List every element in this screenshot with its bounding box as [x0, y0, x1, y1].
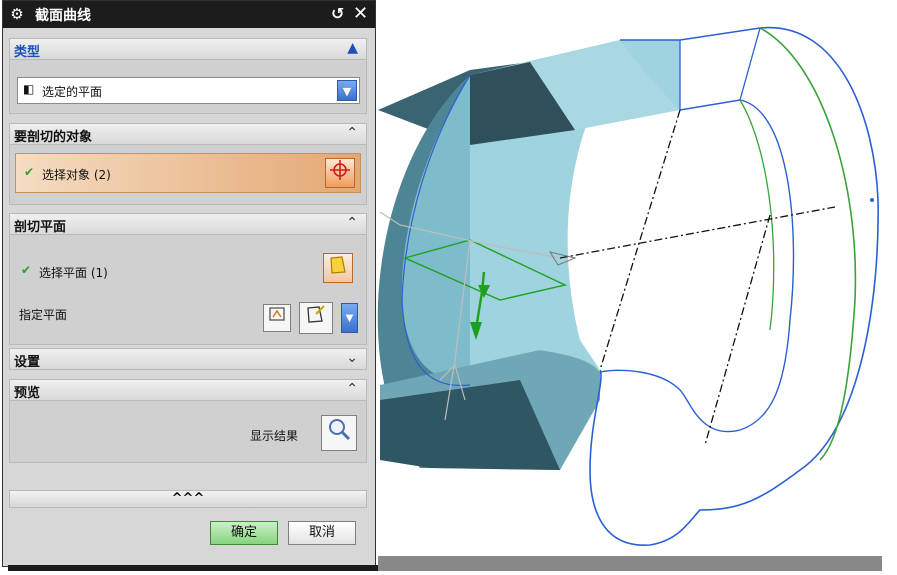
chevron-up-icon[interactable]: ⌃ [346, 381, 358, 397]
section-preview-label: 预览 [14, 386, 41, 401]
select-object-row[interactable]: ✔ 选择对象 (2) [15, 153, 361, 193]
close-icon[interactable]: ✕ [353, 3, 368, 24]
chevron-down-icon[interactable]: ▼ [341, 303, 358, 333]
axis-line-2 [704, 214, 771, 446]
section-curve-green-inner [739, 99, 775, 331]
check-icon: ✔ [24, 165, 35, 179]
type-select-value: 选定的平面 [42, 85, 103, 99]
section-preview-body [9, 401, 367, 463]
plane-icon [330, 256, 346, 274]
status-strip [378, 556, 882, 571]
section-settings-label: 设置 [14, 355, 41, 370]
section-type-label: 类型 [14, 45, 41, 60]
select-object-label: 选择对象 (2) [42, 168, 111, 182]
section-objects-label: 要剖切的对象 [14, 130, 93, 145]
chevron-up-icon[interactable]: ▲ [347, 40, 358, 56]
show-result-button[interactable] [321, 415, 357, 451]
magnifier-icon [329, 419, 351, 441]
gear-icon[interactable]: ⚙ [8, 5, 26, 23]
specify-plane-label: 指定平面 [19, 308, 68, 322]
show-result-label: 显示结果 [250, 429, 299, 443]
connector-edges [679, 27, 761, 110]
plane-dialog-icon [269, 307, 285, 321]
dialog-title: 截面曲线 [35, 8, 91, 24]
section-type-header[interactable]: 类型 ▲ [9, 38, 367, 60]
chevron-down-icon[interactable]: ⌄ [346, 350, 358, 366]
chevron-up-icon[interactable]: ⌃ [346, 125, 358, 141]
section-plane-header[interactable]: 剖切平面 ⌃ [9, 213, 367, 235]
type-select[interactable]: ◧ 选定的平面 ▼ [17, 77, 360, 104]
dialog-shadow [8, 565, 378, 571]
dialog-titlebar[interactable]: ⚙ 截面曲线 ↺ ✕ [3, 1, 375, 28]
infer-plane-button[interactable] [299, 302, 333, 334]
crosshair-icon[interactable] [325, 158, 355, 188]
more-options-bar[interactable]: ^^^ [9, 490, 367, 508]
cancel-button[interactable]: 取消 [288, 521, 356, 545]
plane-select-button[interactable] [323, 253, 353, 283]
section-preview-header[interactable]: 预览 ⌃ [9, 379, 367, 401]
chevron-up-icon[interactable]: ⌃ [346, 215, 358, 231]
select-plane-label[interactable]: 选择平面 (1) [39, 264, 108, 281]
plane-dialog-button[interactable] [263, 304, 291, 332]
reset-icon[interactable]: ↺ [331, 4, 344, 23]
section-curve-inner [599, 99, 795, 433]
plane-icon: ◧ [23, 82, 35, 96]
check-icon: ✔ [21, 263, 32, 277]
infer-plane-icon [307, 305, 325, 323]
point-marker [870, 198, 874, 202]
chevron-down-icon[interactable]: ▼ [337, 80, 357, 101]
section-curve-dialog: ⚙ 截面曲线 ↺ ✕ 类型 ▲ ◧ 选定的平面 ▼ 要剖切的对象 ⌃ ✔ 选择对… [2, 0, 376, 567]
section-plane-label: 剖切平面 [14, 220, 67, 235]
section-curve-green [759, 27, 857, 461]
section-settings-header[interactable]: 设置 ⌄ [9, 348, 367, 370]
section-objects-header[interactable]: 要剖切的对象 ⌃ [9, 123, 367, 145]
axis-line-1 [599, 109, 681, 371]
ok-button[interactable]: 确定 [210, 521, 278, 545]
